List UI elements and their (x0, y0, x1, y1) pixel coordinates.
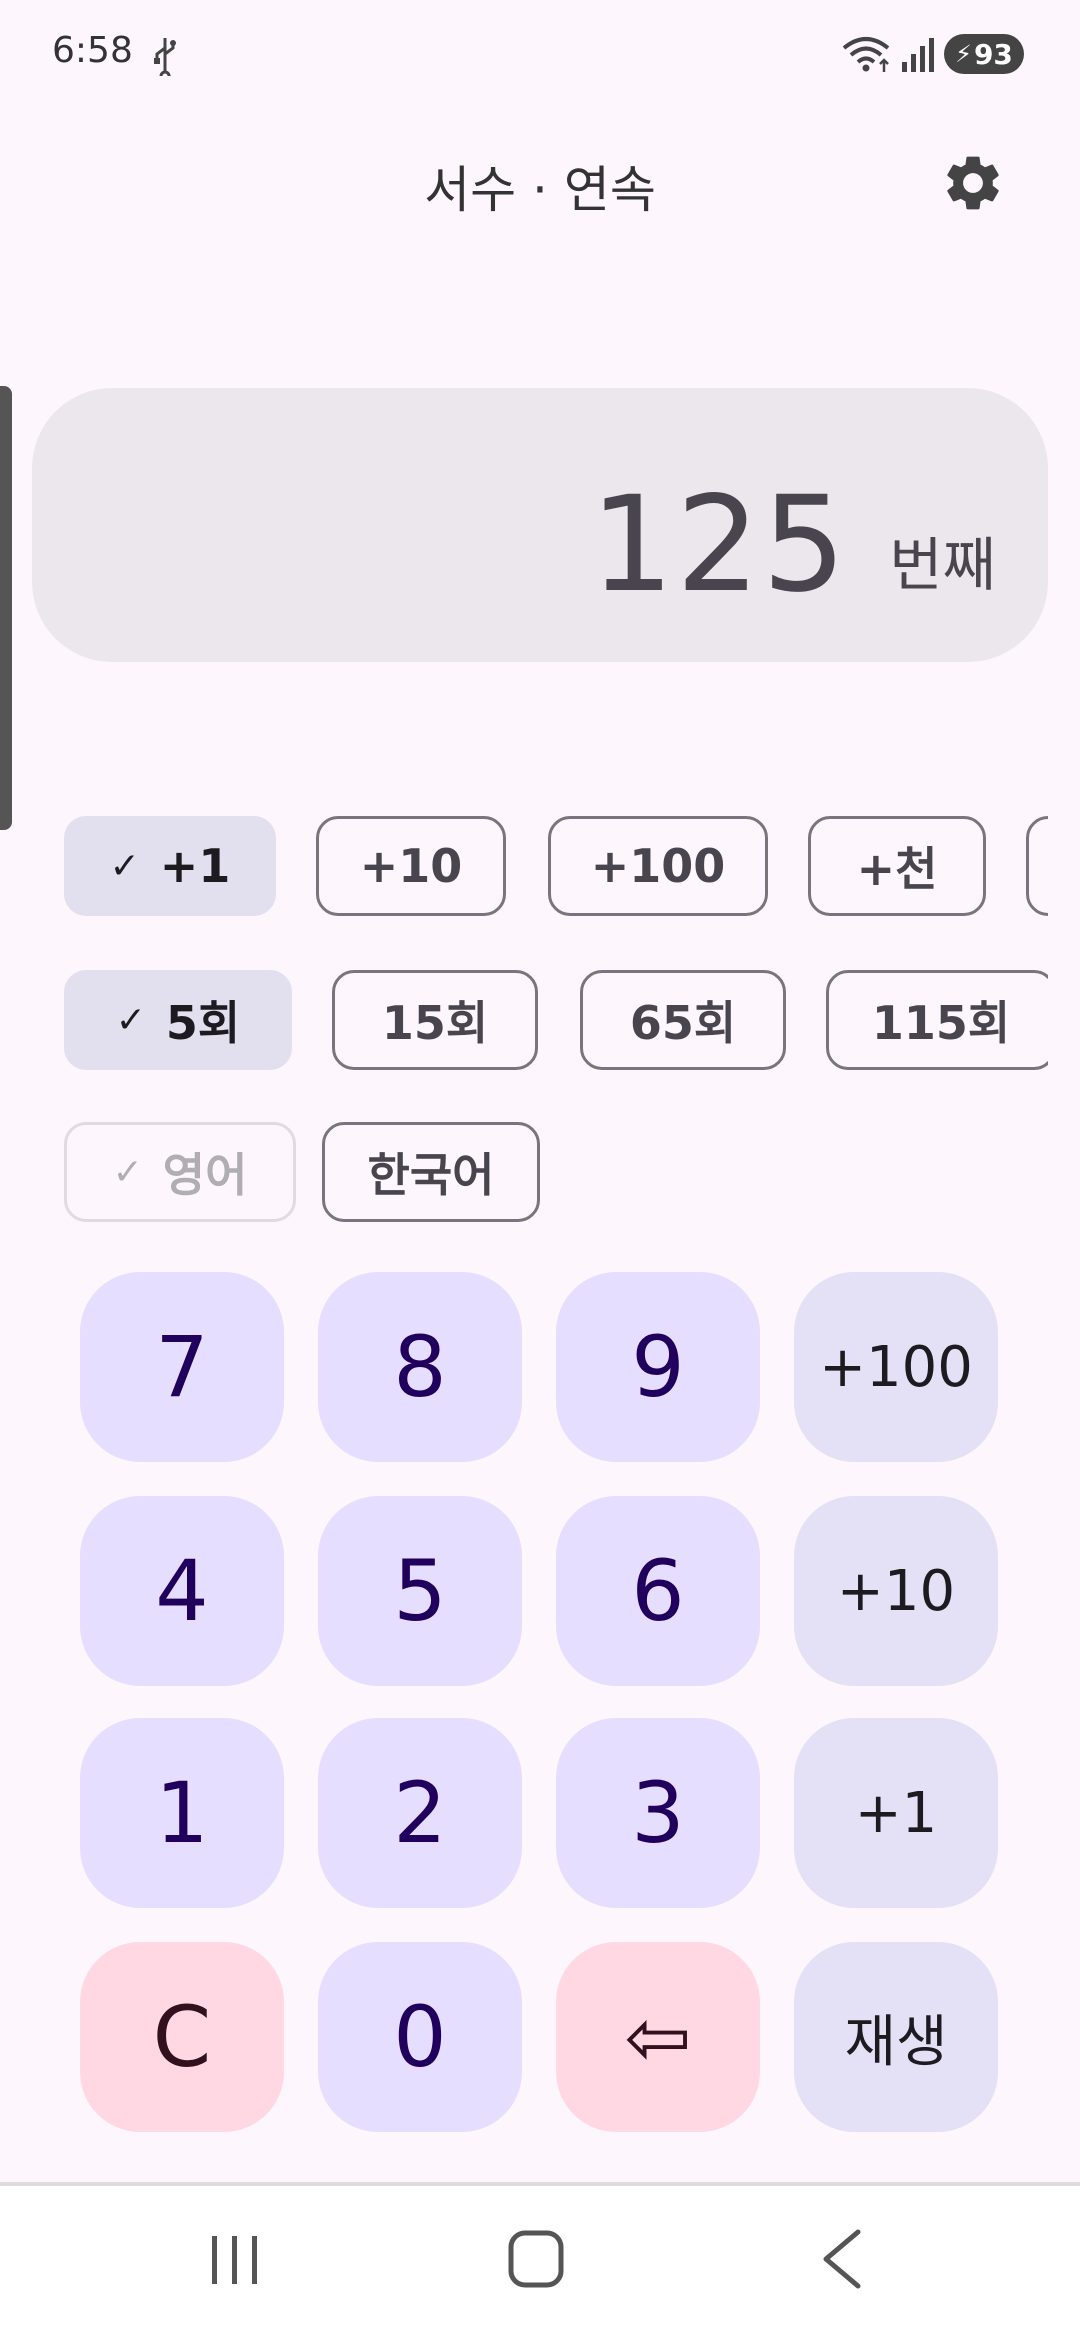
chip-label: +100 (590, 839, 726, 893)
chip-language-korean[interactable]: 한국어 (322, 1122, 540, 1222)
key-8[interactable]: 8 (318, 1272, 522, 1462)
key-0[interactable]: 0 (318, 1942, 522, 2132)
backspace-button[interactable]: ⇦ (556, 1942, 760, 2132)
chip-step-overflow[interactable] (1026, 816, 1048, 916)
key-plus-100[interactable]: +100 (794, 1272, 998, 1462)
chip-area: ✓ +1 +10 +100 +천 ✓ 5회 15회 65회 115회 (0, 0, 1048, 1300)
chip-step-100[interactable]: +100 (548, 816, 768, 916)
chip-label: +천 (856, 842, 938, 896)
chip-repeat-65[interactable]: 65회 (580, 970, 786, 1070)
chip-repeat-15[interactable]: 15회 (332, 970, 538, 1070)
key-plus-10[interactable]: +10 (794, 1496, 998, 1686)
key-2[interactable]: 2 (318, 1718, 522, 1908)
play-button[interactable]: 재생 (794, 1942, 998, 2132)
key-1[interactable]: 1 (80, 1718, 284, 1908)
chip-label: 5회 (165, 996, 241, 1050)
check-icon: ✓ (115, 999, 146, 1041)
screen: 6:58 ⚡ 93 서수 · 연속 125 번째 ✓ +1 +10 +100 +… (0, 0, 1080, 2340)
chip-label: +1 (159, 839, 231, 893)
chip-step-thousand[interactable]: +천 (808, 816, 986, 916)
chip-repeat-5[interactable]: ✓ 5회 (64, 970, 292, 1070)
chip-step-1[interactable]: ✓ +1 (64, 816, 276, 916)
home-icon[interactable] (506, 2228, 566, 2290)
key-6[interactable]: 6 (556, 1496, 760, 1686)
chip-label: 영어 (162, 1148, 248, 1202)
key-4[interactable]: 4 (80, 1496, 284, 1686)
recents-icon[interactable] (208, 2232, 262, 2288)
key-9[interactable]: 9 (556, 1272, 760, 1462)
key-plus-1[interactable]: +1 (794, 1718, 998, 1908)
chip-language-english: ✓ 영어 (64, 1122, 296, 1222)
chip-repeat-115[interactable]: 115회 (826, 970, 1048, 1070)
chip-step-10[interactable]: +10 (316, 816, 506, 916)
check-icon: ✓ (109, 845, 140, 887)
clear-button[interactable]: C (80, 1942, 284, 2132)
check-icon: ✓ (112, 1151, 143, 1193)
key-5[interactable]: 5 (318, 1496, 522, 1686)
chip-label: 한국어 (367, 1148, 495, 1202)
chip-label: 15회 (381, 996, 489, 1050)
chip-label: 65회 (629, 996, 737, 1050)
chip-label: 115회 (871, 996, 1011, 1050)
chip-label: +10 (359, 839, 463, 893)
back-icon[interactable] (818, 2228, 864, 2290)
key-3[interactable]: 3 (556, 1718, 760, 1908)
key-7[interactable]: 7 (80, 1272, 284, 1462)
backspace-icon: ⇦ (624, 1990, 692, 2084)
